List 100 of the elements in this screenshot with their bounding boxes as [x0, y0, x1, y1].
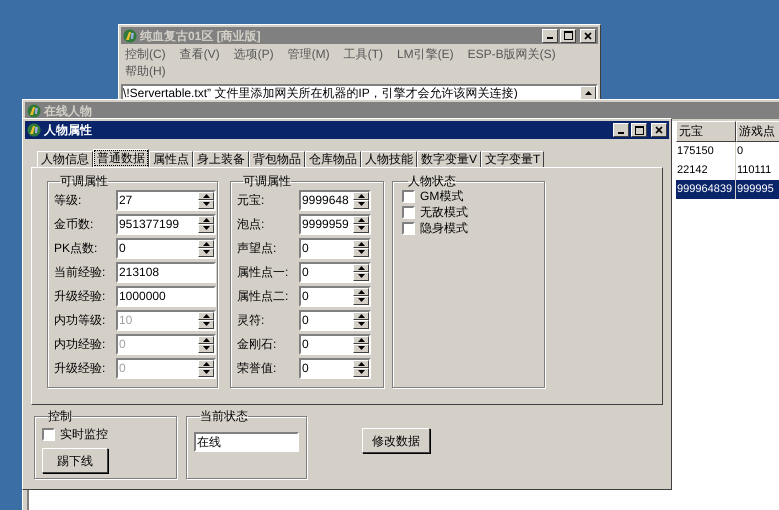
spin-buttons[interactable]: [353, 192, 369, 208]
app-icon: [27, 123, 41, 137]
spin-buttons[interactable]: [353, 312, 369, 328]
group-title: 人物状态: [408, 174, 456, 188]
checkbox[interactable]: [402, 190, 415, 202]
tab[interactable]: 仓库物品: [305, 151, 361, 167]
caret-down-icon: [358, 346, 364, 350]
app-icon: [123, 28, 137, 42]
number-field[interactable]: 1000000: [116, 286, 216, 306]
table-row[interactable]: 999964839 999995: [676, 180, 779, 199]
tab[interactable]: 属性点: [149, 151, 193, 167]
field-label: 金刚石:: [237, 336, 278, 353]
number-field[interactable]: 213108: [116, 262, 216, 282]
spin-buttons[interactable]: [198, 192, 214, 208]
field-label: 升级经验:: [54, 288, 106, 305]
spin-buttons[interactable]: [353, 264, 369, 280]
caret-down-icon: [358, 202, 364, 206]
field-label: 属性点一:: [237, 264, 290, 281]
checkbox[interactable]: [402, 222, 415, 234]
tab[interactable]: 文字变量T: [481, 151, 544, 167]
caret-down-icon: [202, 370, 210, 374]
number-field[interactable]: 951377199: [116, 214, 216, 234]
menu-item[interactable]: 控制(C): [125, 46, 166, 63]
minimize-icon: [547, 37, 553, 39]
tab[interactable]: 人物技能: [361, 151, 417, 167]
field-label: 金币数:: [54, 216, 94, 233]
maximize-icon: [634, 126, 644, 134]
field-label: 灵符:: [237, 312, 266, 329]
checkbox[interactable]: [402, 206, 415, 218]
field-label: 等级:: [54, 192, 82, 209]
spin-buttons[interactable]: [198, 240, 214, 256]
window-title: 在线人物: [44, 102, 92, 120]
window-title: 纯血复古01区 [商业版]: [140, 28, 262, 44]
caret-up-icon: [358, 194, 364, 198]
field-label: 内功等级:: [54, 312, 106, 329]
number-field[interactable]: 0: [299, 358, 371, 378]
caret-down-icon: [202, 322, 210, 326]
group-title: 控制: [48, 409, 72, 423]
close-icon: [584, 32, 592, 40]
close-button[interactable]: [651, 123, 667, 137]
close-button[interactable]: [580, 28, 596, 42]
maximize-button[interactable]: [631, 123, 647, 137]
minimize-button[interactable]: [542, 28, 558, 42]
minimize-icon: [618, 132, 624, 134]
number-field[interactable]: 0: [299, 262, 371, 282]
caret-down-icon: [358, 226, 364, 230]
menu-item[interactable]: LM引擎(E): [397, 46, 454, 63]
spin-buttons[interactable]: [353, 360, 369, 376]
menu-item[interactable]: 工具(T): [344, 46, 383, 63]
number-field[interactable]: 0: [299, 310, 371, 330]
caret-up-icon: [358, 338, 364, 342]
field-label: 当前经验:: [54, 264, 106, 281]
menu-item[interactable]: ESP-B版网关(S): [468, 46, 556, 63]
checkbox-label: GM模式: [420, 188, 464, 205]
status-field[interactable]: 在线: [194, 432, 299, 452]
tab[interactable]: 数字变量V: [417, 151, 482, 167]
tab[interactable]: 普通数据: [93, 149, 149, 167]
maximize-button[interactable]: [560, 28, 576, 42]
caret-up-icon: [584, 91, 592, 95]
spin-buttons[interactable]: [198, 216, 214, 232]
caret-up-icon: [358, 290, 364, 294]
menu-item[interactable]: 查看(V): [180, 46, 220, 63]
menu-item[interactable]: 选项(P): [234, 46, 274, 63]
window-title: 人物属性: [44, 122, 93, 139]
tab[interactable]: 身上装备: [193, 151, 249, 167]
caret-down-icon: [358, 322, 364, 326]
number-field[interactable]: 0: [116, 238, 216, 258]
column-header[interactable]: 元宝: [676, 121, 736, 142]
table-cell: 999964839: [676, 180, 736, 199]
number-field[interactable]: 9999959: [299, 214, 371, 234]
caret-up-icon: [358, 362, 364, 366]
menu-item[interactable]: 帮助(H): [125, 63, 166, 80]
kick-offline-button[interactable]: 踢下线: [42, 448, 108, 473]
caret-down-icon: [358, 298, 364, 302]
caret-up-icon: [358, 314, 364, 318]
minimize-button[interactable]: [613, 123, 629, 137]
caret-up-icon: [358, 266, 364, 270]
column-header[interactable]: 游戏点: [736, 121, 779, 142]
spin-buttons[interactable]: [353, 288, 369, 304]
field-label: PK点数:: [54, 240, 98, 257]
number-field[interactable]: 0: [299, 334, 371, 354]
modify-data-button[interactable]: 修改数据: [362, 428, 430, 453]
number-field[interactable]: 9999648: [299, 190, 371, 210]
spin-buttons[interactable]: [353, 240, 369, 256]
menu-item[interactable]: 管理(M): [288, 46, 330, 63]
caret-down-icon: [358, 250, 364, 254]
checkbox-label: 无敌模式: [420, 204, 468, 221]
scroll-up-button[interactable]: [580, 86, 596, 100]
field-label: 属性点二:: [237, 288, 290, 305]
number-field[interactable]: 0: [299, 286, 371, 306]
number-field[interactable]: 27: [116, 190, 216, 210]
field-label: 升级经验:: [54, 360, 106, 377]
number-field[interactable]: 0: [299, 238, 371, 258]
caret-up-icon: [202, 218, 210, 222]
spin-buttons[interactable]: [353, 216, 369, 232]
group-title: 可调属性: [60, 174, 108, 188]
group-title: 可调属性: [243, 174, 291, 188]
spin-buttons[interactable]: [353, 336, 369, 352]
checkbox[interactable]: [42, 428, 55, 440]
tab[interactable]: 背包物品: [249, 151, 305, 167]
